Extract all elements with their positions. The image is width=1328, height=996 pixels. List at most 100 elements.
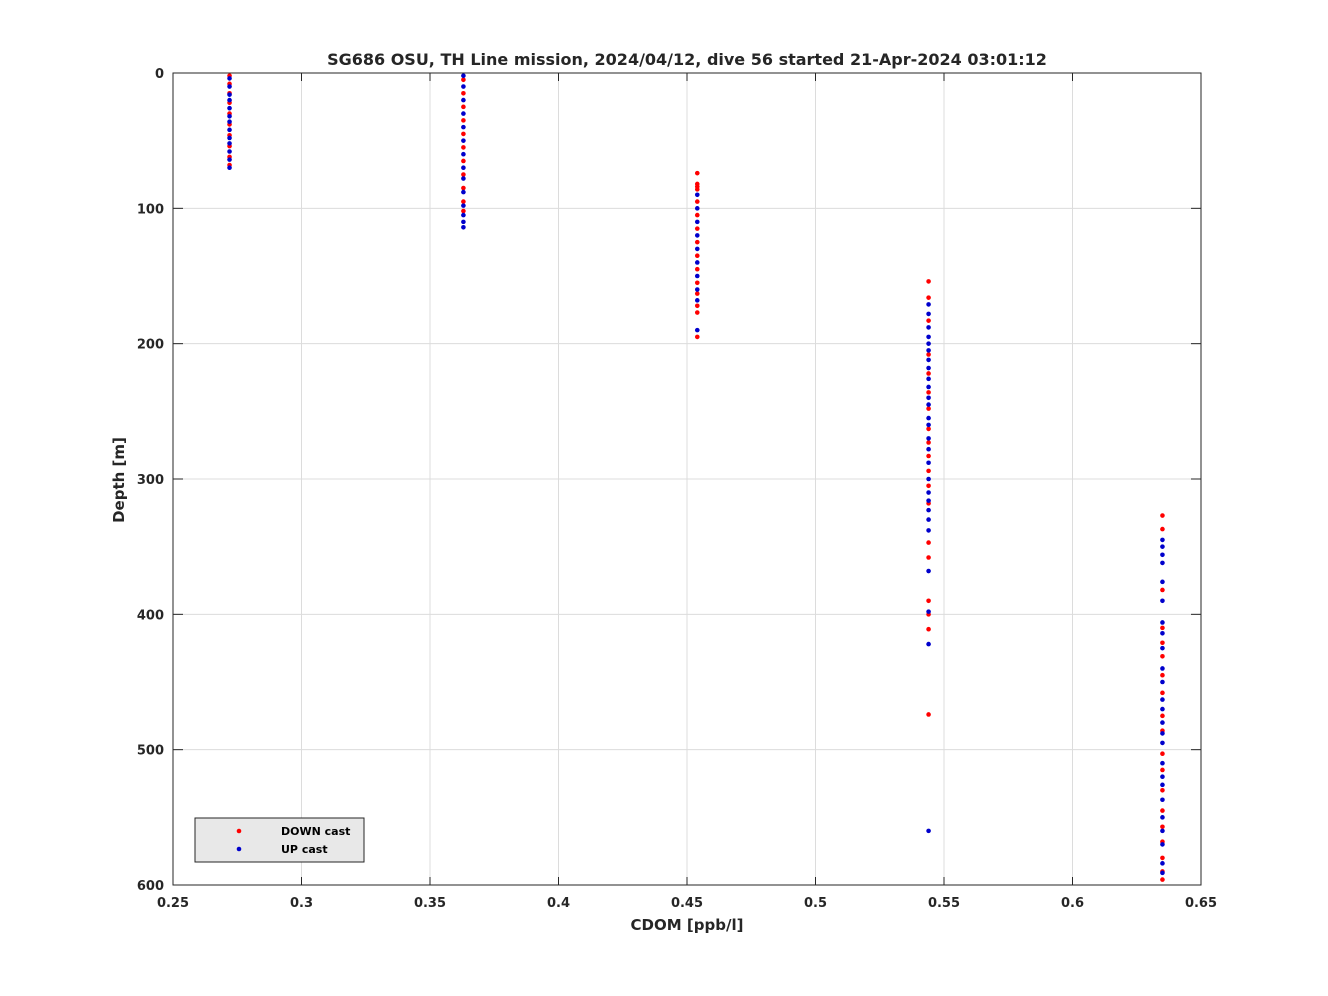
legend-marker-up-cast bbox=[236, 846, 242, 852]
data-point-up-cast bbox=[926, 302, 931, 307]
data-point-down-cast bbox=[694, 291, 700, 296]
data-point-up-cast bbox=[461, 224, 466, 230]
x-tick-label: 0.3 bbox=[290, 896, 313, 911]
data-point-up-cast bbox=[1160, 706, 1165, 712]
data-point-down-cast bbox=[926, 352, 931, 357]
data-point-up-cast bbox=[926, 498, 931, 503]
data-point-up-cast bbox=[926, 422, 931, 428]
data-point-up-cast bbox=[461, 84, 466, 89]
data-point-up-cast bbox=[694, 287, 700, 292]
data-point-up-cast bbox=[926, 357, 931, 363]
data-point-up-cast bbox=[461, 73, 466, 79]
data-point-up-cast bbox=[227, 149, 232, 154]
data-point-down-cast bbox=[926, 626, 931, 632]
data-point-up-cast bbox=[694, 192, 700, 198]
data-point-down-cast bbox=[694, 187, 700, 192]
data-point-down-cast bbox=[461, 118, 466, 123]
data-point-down-cast bbox=[926, 468, 931, 474]
data-point-up-cast bbox=[227, 92, 232, 97]
data-point-down-cast bbox=[1160, 767, 1165, 773]
data-point-up-cast bbox=[926, 348, 931, 353]
data-point-down-cast bbox=[694, 170, 700, 176]
data-point-down-cast bbox=[1160, 751, 1165, 757]
data-point-up-cast bbox=[926, 325, 931, 330]
data-point-up-cast bbox=[461, 219, 466, 225]
data-point-down-cast bbox=[1160, 526, 1165, 532]
data-point-down-cast bbox=[926, 406, 931, 411]
data-point-up-cast bbox=[694, 327, 700, 333]
legend-marker-down-cast bbox=[236, 828, 242, 834]
data-point-down-cast bbox=[461, 77, 466, 83]
data-point-down-cast bbox=[1160, 877, 1165, 882]
data-point-up-cast bbox=[1160, 552, 1165, 558]
x-tick-label: 0.35 bbox=[414, 896, 446, 911]
data-point-down-cast bbox=[461, 104, 466, 110]
data-point-up-cast bbox=[926, 460, 931, 466]
x-tick-label: 0.55 bbox=[928, 896, 960, 911]
data-point-up-cast bbox=[694, 246, 700, 252]
data-point-down-cast bbox=[694, 253, 700, 258]
data-point-up-cast bbox=[694, 233, 700, 238]
data-point-down-cast bbox=[694, 303, 700, 309]
data-point-up-cast bbox=[926, 395, 931, 401]
data-point-up-cast bbox=[1160, 782, 1165, 788]
data-point-up-cast bbox=[1160, 645, 1165, 651]
data-point-down-cast bbox=[461, 172, 466, 177]
data-point-up-cast bbox=[1160, 797, 1165, 803]
y-tick-label: 200 bbox=[137, 338, 164, 353]
data-point-up-cast bbox=[1160, 560, 1165, 566]
data-point-up-cast bbox=[1160, 544, 1165, 549]
data-point-up-cast bbox=[227, 97, 232, 103]
data-point-down-cast bbox=[926, 598, 931, 604]
scatter-chart: 0.25 0.3 0.35 0.4 0.45 0.5 0.55 0.6 0.65 0 100 200 3… bbox=[0, 0, 1328, 996]
data-point-up-cast bbox=[926, 828, 931, 834]
data-point-down-cast bbox=[1160, 824, 1165, 830]
legend-label-up-cast: UP cast bbox=[281, 843, 328, 856]
data-point-up-cast bbox=[926, 402, 931, 407]
data-point-up-cast bbox=[926, 334, 931, 340]
data-point-up-cast bbox=[926, 384, 931, 390]
data-point-down-cast bbox=[926, 279, 931, 284]
data-point-down-cast bbox=[926, 318, 931, 323]
data-point-down-cast bbox=[1160, 625, 1165, 631]
x-tick-label: 0.65 bbox=[1185, 896, 1217, 911]
data-point-up-cast bbox=[926, 415, 931, 421]
data-point-up-cast bbox=[227, 165, 232, 171]
x-tick-label: 0.4 bbox=[547, 896, 570, 911]
data-point-up-cast bbox=[926, 517, 931, 522]
y-tick-label: 300 bbox=[137, 473, 164, 488]
data-point-up-cast bbox=[1160, 828, 1165, 834]
data-point-up-cast bbox=[926, 507, 931, 513]
data-point-up-cast bbox=[461, 203, 466, 208]
data-point-up-cast bbox=[1160, 666, 1165, 671]
data-point-up-cast bbox=[1160, 760, 1165, 766]
data-point-up-cast bbox=[227, 119, 232, 125]
data-point-up-cast bbox=[227, 84, 232, 89]
data-point-up-cast bbox=[227, 114, 232, 119]
y-tick-label: 600 bbox=[137, 879, 164, 894]
data-point-up-cast bbox=[1160, 870, 1165, 876]
data-point-up-cast bbox=[227, 141, 232, 146]
data-point-up-cast bbox=[926, 568, 931, 574]
data-point-down-cast bbox=[1160, 513, 1165, 518]
data-point-down-cast bbox=[926, 712, 931, 717]
data-point-down-cast bbox=[926, 540, 931, 545]
data-point-down-cast bbox=[694, 334, 700, 340]
data-point-up-cast bbox=[926, 609, 931, 614]
x-tick-label: 0.6 bbox=[1061, 896, 1084, 911]
data-point-down-cast bbox=[926, 390, 931, 395]
data-point-down-cast bbox=[694, 199, 700, 204]
data-point-down-cast bbox=[461, 145, 466, 150]
data-point-down-cast bbox=[461, 91, 466, 96]
data-point-down-cast bbox=[926, 555, 931, 560]
y-tick-label: 100 bbox=[137, 202, 164, 217]
data-point-up-cast bbox=[694, 260, 700, 265]
data-point-up-cast bbox=[1160, 579, 1165, 585]
data-point-down-cast bbox=[1160, 672, 1165, 678]
data-point-down-cast bbox=[1160, 653, 1165, 659]
data-point-up-cast bbox=[1160, 861, 1165, 866]
data-point-up-cast bbox=[1160, 620, 1165, 625]
data-point-down-cast bbox=[461, 131, 466, 137]
x-axis-label: CDOM [ppb/l] bbox=[631, 916, 744, 934]
data-point-up-cast bbox=[926, 446, 931, 452]
